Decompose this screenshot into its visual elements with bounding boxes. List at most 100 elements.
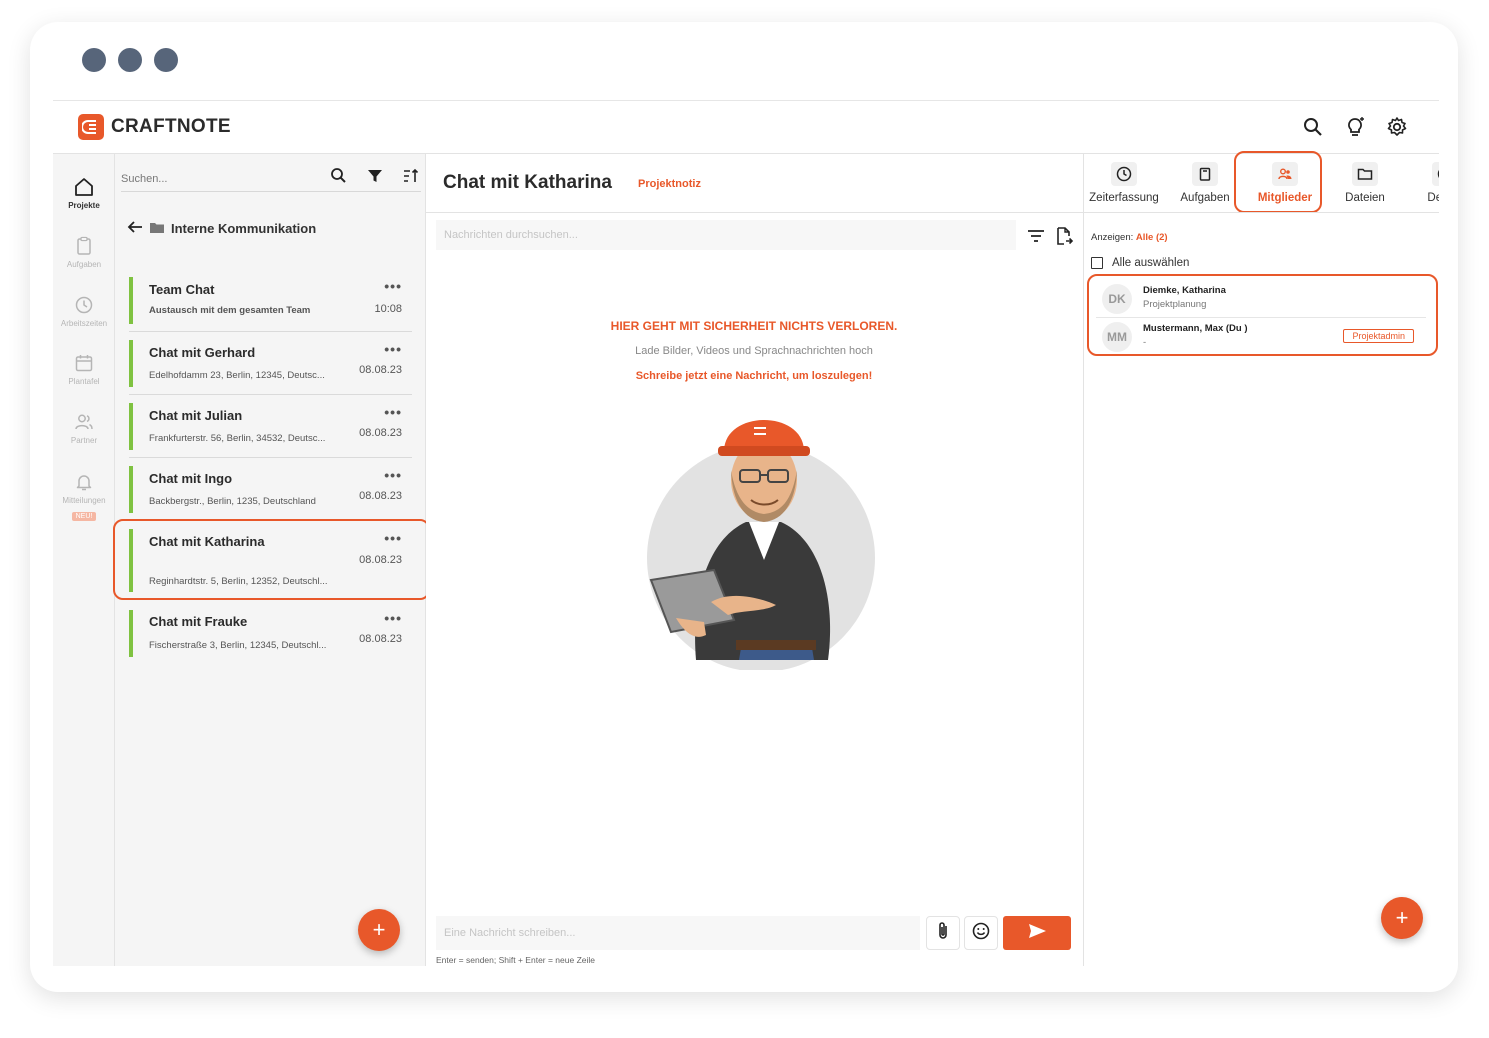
clock-icon [73,294,95,316]
window-dot-icon[interactable] [118,48,142,72]
clipboard-icon [73,235,95,257]
nav-item-arbeitszeiten[interactable]: Arbeitszeiten [53,294,115,328]
folder-name: Interne Kommunikation [171,221,317,236]
add-chat-button[interactable]: + [358,909,400,951]
emoji-button[interactable] [964,916,998,950]
chat-main: Chat mit Katharina Projektnotiz HIER GEH… [426,154,1084,966]
chat-type-tag: Projektnotiz [638,178,701,190]
paperclip-icon [935,921,951,946]
nav-label: Partner [70,436,98,445]
highlight-frame [1234,151,1322,213]
breadcrumb: Interne Kommunikation [127,220,316,237]
clipboard-icon [1191,162,1219,186]
chat-item[interactable]: Chat mit Gerhard Edelhofdamm 23, Berlin,… [129,332,412,395]
filter-icon[interactable] [365,166,385,186]
select-all-checkbox[interactable] [1091,257,1103,269]
chat-item[interactable]: Chat mit Frauke Fischerstraße 3, Berlin,… [129,602,412,665]
chat-title: Chat mit Ingo [149,471,233,486]
search-icon[interactable] [329,166,349,186]
highlight-frame [113,519,430,600]
chat-subtitle: Austausch mit dem gesamten Team [149,305,311,316]
tab-aufgaben[interactable]: Aufgaben [1165,154,1245,212]
nav-label: Arbeitszeiten [60,319,108,328]
message-search-input[interactable] [436,220,1016,250]
message-tools [1026,226,1074,251]
chat-date: 08.08.23 [359,633,402,645]
more-icon[interactable]: ••• [384,610,402,626]
home-icon [73,176,95,198]
tab-label: Aufgaben [1180,192,1230,204]
back-arrow-icon[interactable] [127,220,143,237]
empty-state-subtitle: Lade Bilder, Videos und Sprachnachrichte… [635,345,873,357]
chat-title: Team Chat [149,282,215,297]
select-all-row[interactable]: Alle auswählen [1091,257,1189,269]
brand-name: CRAFTNOTE [111,116,231,137]
nav-rail: Projekte Aufgaben Arbeitszeiten Plantafe… [53,154,115,966]
chat-date: 10:08 [374,303,402,315]
empty-state-heading: HIER GEHT MIT SICHERHEIT NICHTS VERLOREN… [610,319,898,333]
empty-state-cta: Schreibe jetzt eine Nachricht, um loszul… [635,370,873,382]
chat-date: 08.08.23 [359,364,402,376]
nav-label: Plantafel [68,377,100,386]
divider [426,212,1084,213]
tab-dateien[interactable]: Dateien [1325,154,1405,212]
tab-zeiterfassung[interactable]: Zeiterfassung [1081,154,1167,212]
chat-status-bar [129,340,133,387]
tab-details[interactable]: Details [1405,154,1439,212]
window-frame: CRAFTNOTE Projekte Aufgaben Arbeitszeite… [30,22,1458,992]
attach-button[interactable] [926,916,960,950]
clock-icon [1110,162,1138,186]
filter-lines-icon[interactable] [1026,226,1046,251]
folder-icon [1351,162,1379,186]
chat-date: 08.08.23 [359,490,402,502]
more-icon[interactable]: ••• [384,467,402,483]
nav-item-aufgaben[interactable]: Aufgaben [53,235,115,269]
export-file-icon[interactable] [1054,226,1074,251]
calendar-icon [73,352,95,374]
chat-subtitle: Fischerstraße 3, Berlin, 12345, Deutschl… [149,640,327,651]
more-icon[interactable]: ••• [384,341,402,357]
chat-item[interactable]: Chat mit Ingo Backbergstr., Berlin, 1235… [129,458,412,521]
nav-label: Mitteilungen [62,496,106,505]
logo[interactable]: CRAFTNOTE [78,114,231,140]
select-all-label: Alle auswählen [1112,257,1190,269]
app: CRAFTNOTE Projekte Aufgaben Arbeitszeite… [53,100,1439,966]
more-icon[interactable]: ••• [384,278,402,294]
top-actions [1301,115,1409,139]
nav-item-plantafel[interactable]: Plantafel [53,352,115,386]
send-button[interactable] [1003,916,1071,950]
nav-item-partner[interactable]: Partner [53,411,115,445]
chat-search-row [121,162,421,192]
search-icon[interactable] [1301,115,1325,139]
page-title: Chat mit Katharina [443,172,612,193]
window-dot-icon[interactable] [82,48,106,72]
craftnote-logo-icon [78,114,104,140]
chat-search-input[interactable] [121,168,311,190]
chat-item[interactable]: Chat mit Julian Frankfurterstr. 56, Berl… [129,395,412,458]
folder-icon [149,221,165,237]
more-icon[interactable]: ••• [384,404,402,420]
highlight-frame [1087,274,1438,356]
chat-subtitle: Frankfurterstr. 56, Berlin, 34532, Deuts… [149,433,326,444]
chat-subtitle: Backbergstr., Berlin, 1235, Deutschland [149,496,316,507]
window-dot-icon[interactable] [154,48,178,72]
show-filter-label: Anzeigen: [1091,232,1134,243]
chat-date: 08.08.23 [359,427,402,439]
list-tools [329,166,421,186]
show-filter[interactable]: Anzeigen: Alle (2) [1091,232,1168,243]
top-bar: CRAFTNOTE [53,101,1439,154]
tab-label: Dateien [1345,192,1385,204]
lightbulb-icon[interactable] [1343,115,1367,139]
composer-hint: Enter = senden; Shift + Enter = neue Zei… [436,955,596,965]
chat-list-panel: Interne Kommunikation Team Chat Austausc… [113,154,430,966]
nav-item-projekte[interactable]: Projekte [53,176,115,210]
gear-icon[interactable] [1385,115,1409,139]
nav-label: Projekte [68,201,100,210]
nav-item-mitteilungen[interactable]: Mitteilungen NEU! [53,471,115,523]
add-member-button[interactable]: + [1381,897,1423,939]
chat-item[interactable]: Team Chat Austausch mit dem gesamten Tea… [129,269,412,332]
sort-icon[interactable] [401,166,421,186]
tab-label: Zeiterfassung [1089,192,1159,204]
show-filter-value: Alle (2) [1135,232,1168,243]
message-input[interactable] [436,916,920,950]
